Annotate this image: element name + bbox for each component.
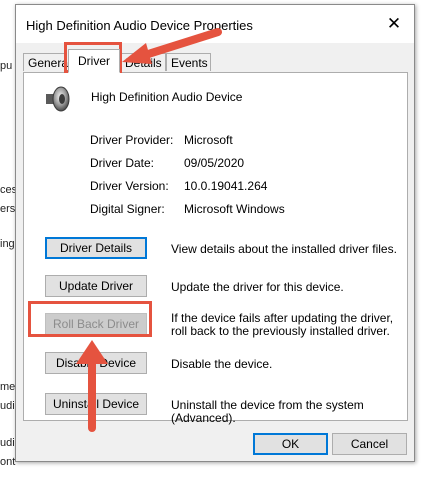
background-text: ers xyxy=(0,203,16,215)
close-icon[interactable]: ✕ xyxy=(382,14,406,34)
digital-signer-label: Digital Signer: xyxy=(90,202,165,216)
background-text: pu xyxy=(0,60,13,72)
tab-driver[interactable]: Driver xyxy=(68,49,120,73)
background-text: me xyxy=(0,381,16,393)
driver-version-label: Driver Version: xyxy=(90,179,169,193)
driver-date-label: Driver Date: xyxy=(90,156,155,170)
background-text: udi xyxy=(0,400,15,412)
update-driver-button[interactable]: Update Driver xyxy=(45,275,147,297)
driver-details-description: View details about the installed driver … xyxy=(171,242,397,256)
speaker-icon xyxy=(46,86,70,112)
update-driver-description: Update the driver for this device. xyxy=(171,280,344,294)
tab-details[interactable]: Details xyxy=(120,53,166,71)
background-text: ont xyxy=(0,456,16,468)
driver-tab-panel: High Definition Audio Device Driver Prov… xyxy=(23,72,408,425)
driver-provider-value: Microsoft xyxy=(184,133,233,147)
cancel-button[interactable]: Cancel xyxy=(332,433,407,455)
background-text: udi xyxy=(0,437,15,449)
driver-version-value: 10.0.19041.264 xyxy=(184,179,268,193)
properties-dialog: High Definition Audio Device Properties … xyxy=(15,4,415,462)
tab-events[interactable]: Events xyxy=(166,53,211,71)
driver-date-value: 09/05/2020 xyxy=(184,156,245,170)
driver-details-button[interactable]: Driver Details xyxy=(45,237,147,259)
roll-back-driver-description: If the device fails after updating the d… xyxy=(171,311,394,338)
dialog-title: High Definition Audio Device Properties xyxy=(26,18,253,33)
ok-button[interactable]: OK xyxy=(253,433,328,455)
device-name: High Definition Audio Device xyxy=(91,90,243,104)
uninstall-device-button[interactable]: Uninstall Device xyxy=(45,393,147,415)
tab-general[interactable]: General xyxy=(23,53,71,71)
digital-signer-value: Microsoft Windows xyxy=(184,202,285,216)
disable-device-description: Disable the device. xyxy=(171,357,273,371)
driver-provider-label: Driver Provider: xyxy=(90,133,174,147)
uninstall-device-description: Uninstall the device from the system (Ad… xyxy=(171,398,364,425)
title-bar[interactable]: High Definition Audio Device Properties … xyxy=(16,5,414,43)
roll-back-driver-button[interactable]: Roll Back Driver xyxy=(45,313,147,335)
disable-device-button[interactable]: Disable Device xyxy=(45,352,147,374)
background-text: ing xyxy=(0,238,15,250)
